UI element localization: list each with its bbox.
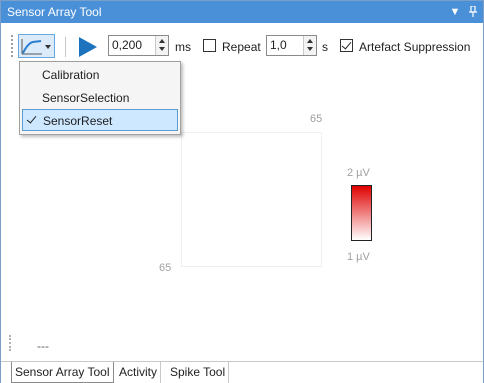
window-title: Sensor Array Tool [7,5,102,19]
chevron-down-icon [45,45,51,49]
play-button[interactable] [77,36,99,58]
tab-activity[interactable]: Activity [116,362,162,383]
checkmark-icon [26,113,37,124]
delay-value[interactable]: 0,200 [112,38,142,52]
menu-item-calibration[interactable]: Calibration [22,64,178,86]
curve-icon [21,39,42,55]
toolbar: 0,200 ms Repeat 1,0 s Artefact Suppressi… [1,33,483,59]
left-axis-tick: 65 [159,262,172,274]
repeat-interval-input[interactable]: 1,0 [266,35,317,56]
artefact-suppression-checkbox[interactable] [340,39,353,52]
repeat-label[interactable]: Repeat [222,40,261,54]
menu-item-sensorreset[interactable]: SensorReset [22,109,178,131]
top-axis-tick: 65 [310,113,323,125]
title-bar: Sensor Array Tool ▼ [1,1,483,23]
status-grip[interactable] [9,335,11,351]
repeat-interval-spinner[interactable] [303,36,316,55]
repeat-unit-label: s [322,40,328,54]
colorbar-max-label: 2 µV [347,167,370,179]
colorbar-min-label: 1 µV [347,251,370,263]
toolbar-grip[interactable] [11,35,13,57]
artefact-suppression-label[interactable]: Artefact Suppression [359,40,470,54]
menu-item-label: SensorReset [43,114,113,128]
play-icon [79,37,97,57]
window-menu-dropdown-icon[interactable]: ▼ [447,3,463,21]
pin-icon[interactable] [465,3,481,21]
checkmark-icon [341,39,352,50]
status-text: --- [37,339,49,353]
delay-unit-label: ms [175,40,191,54]
menu-item-label: SensorSelection [42,91,130,105]
mode-dropdown-button[interactable] [18,34,55,58]
tab-bar: Sensor Array Tool Activity Spike Tool [1,361,483,383]
sensor-heatmap[interactable] [181,132,322,267]
toolbar-separator [65,37,66,57]
sensor-array-tool-window: Sensor Array Tool ▼ 0,200 ms Repeat 1,0 … [0,0,484,383]
mode-dropdown-menu: Calibration SensorSelection SensorReset [19,61,181,135]
repeat-checkbox[interactable] [203,39,216,52]
sensor-array-plot: 65 65 2 µV 1 µV [1,101,483,351]
tab-sensor-array-tool[interactable]: Sensor Array Tool [11,362,114,383]
tab-spike-tool[interactable]: Spike Tool [167,362,230,383]
menu-item-label: Calibration [42,68,100,82]
delay-spinner[interactable] [155,36,168,55]
menu-item-sensorselection[interactable]: SensorSelection [22,87,178,109]
delay-input[interactable]: 0,200 [108,35,169,56]
colorbar [351,185,372,241]
repeat-interval-value[interactable]: 1,0 [270,38,287,52]
status-bar: --- [1,335,483,355]
